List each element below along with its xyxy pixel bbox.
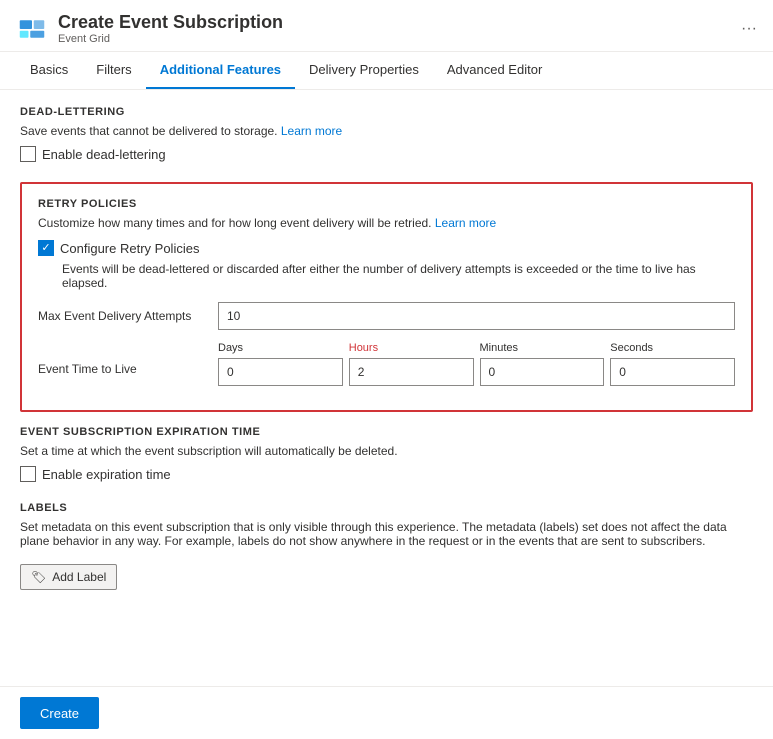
dead-lettering-section: DEAD-LETTERING Save events that cannot b…: [20, 106, 753, 162]
configure-retry-checkbox[interactable]: [38, 240, 54, 256]
max-delivery-input[interactable]: [218, 302, 735, 330]
ttl-seconds-label: Seconds: [610, 342, 735, 354]
max-delivery-input-wrapper: [218, 302, 735, 330]
dead-lettering-learn-more-link[interactable]: Learn more: [281, 124, 342, 138]
page-subtitle: Event Grid: [58, 33, 283, 45]
tab-basics[interactable]: Basics: [16, 52, 82, 89]
dead-lettering-checkbox-label: Enable dead-lettering: [42, 147, 166, 162]
dead-lettering-checkbox[interactable]: [20, 146, 36, 162]
add-label-button[interactable]: 🏷 Add Label: [20, 564, 117, 590]
expiration-checkbox-label: Enable expiration time: [42, 467, 171, 482]
ttl-row: Event Time to Live Days Hours Minutes Se…: [38, 342, 735, 386]
retry-policies-learn-more-link[interactable]: Learn more: [435, 216, 496, 230]
ttl-minutes-input[interactable]: [480, 358, 605, 386]
labels-section: LABELS Set metadata on this event subscr…: [20, 502, 753, 590]
configure-retry-checkbox-row: Configure Retry Policies: [38, 240, 735, 256]
expiration-checkbox-row: Enable expiration time: [20, 466, 753, 482]
expiration-section: EVENT SUBSCRIPTION EXPIRATION TIME Set a…: [20, 426, 753, 482]
footer: Create: [0, 686, 773, 739]
dead-lettering-desc: Save events that cannot be delivered to …: [20, 124, 753, 138]
expiration-title: EVENT SUBSCRIPTION EXPIRATION TIME: [20, 426, 753, 438]
labels-title: LABELS: [20, 502, 753, 514]
tab-filters[interactable]: Filters: [82, 52, 145, 89]
expiration-checkbox[interactable]: [20, 466, 36, 482]
max-delivery-row: Max Event Delivery Attempts: [38, 302, 735, 330]
ttl-days-col: Days: [218, 342, 343, 386]
retry-policies-title: RETRY POLICIES: [38, 198, 735, 210]
ttl-days-input[interactable]: [218, 358, 343, 386]
dead-lettering-checkbox-row: Enable dead-lettering: [20, 146, 753, 162]
add-label-icon: 🏷: [31, 570, 46, 584]
ttl-hours-col: Hours: [349, 342, 474, 386]
main-content: DEAD-LETTERING Save events that cannot b…: [0, 90, 773, 676]
page-header: Create Event Subscription Event Grid ···: [0, 0, 773, 52]
ttl-inputs: Days Hours Minutes Seconds: [218, 342, 735, 386]
create-button[interactable]: Create: [20, 697, 99, 729]
tab-delivery-properties[interactable]: Delivery Properties: [295, 52, 433, 89]
configure-retry-label: Configure Retry Policies: [60, 241, 199, 256]
event-grid-icon: [16, 13, 48, 45]
dead-lettering-title: DEAD-LETTERING: [20, 106, 753, 118]
ttl-label: Event Time to Live: [38, 342, 218, 376]
tab-bar: Basics Filters Additional Features Deliv…: [0, 52, 773, 90]
add-label-button-text: Add Label: [52, 570, 106, 584]
ttl-hours-label: Hours: [349, 342, 474, 354]
ttl-seconds-col: Seconds: [610, 342, 735, 386]
retry-warn-text: Events will be dead-lettered or discarde…: [62, 262, 735, 290]
ttl-minutes-label: Minutes: [480, 342, 605, 354]
max-delivery-label: Max Event Delivery Attempts: [38, 309, 218, 323]
tab-advanced-editor[interactable]: Advanced Editor: [433, 52, 556, 89]
more-options-icon[interactable]: ···: [741, 20, 757, 38]
ttl-seconds-input[interactable]: [610, 358, 735, 386]
ttl-minutes-col: Minutes: [480, 342, 605, 386]
tab-additional-features[interactable]: Additional Features: [146, 52, 295, 89]
expiration-desc: Set a time at which the event subscripti…: [20, 444, 753, 458]
labels-desc: Set metadata on this event subscription …: [20, 520, 753, 548]
ttl-hours-input[interactable]: [349, 358, 474, 386]
retry-policies-box: RETRY POLICIES Customize how many times …: [20, 182, 753, 412]
retry-policies-desc: Customize how many times and for how lon…: [38, 216, 735, 230]
page-title: Create Event Subscription: [58, 12, 283, 33]
ttl-days-label: Days: [218, 342, 343, 354]
